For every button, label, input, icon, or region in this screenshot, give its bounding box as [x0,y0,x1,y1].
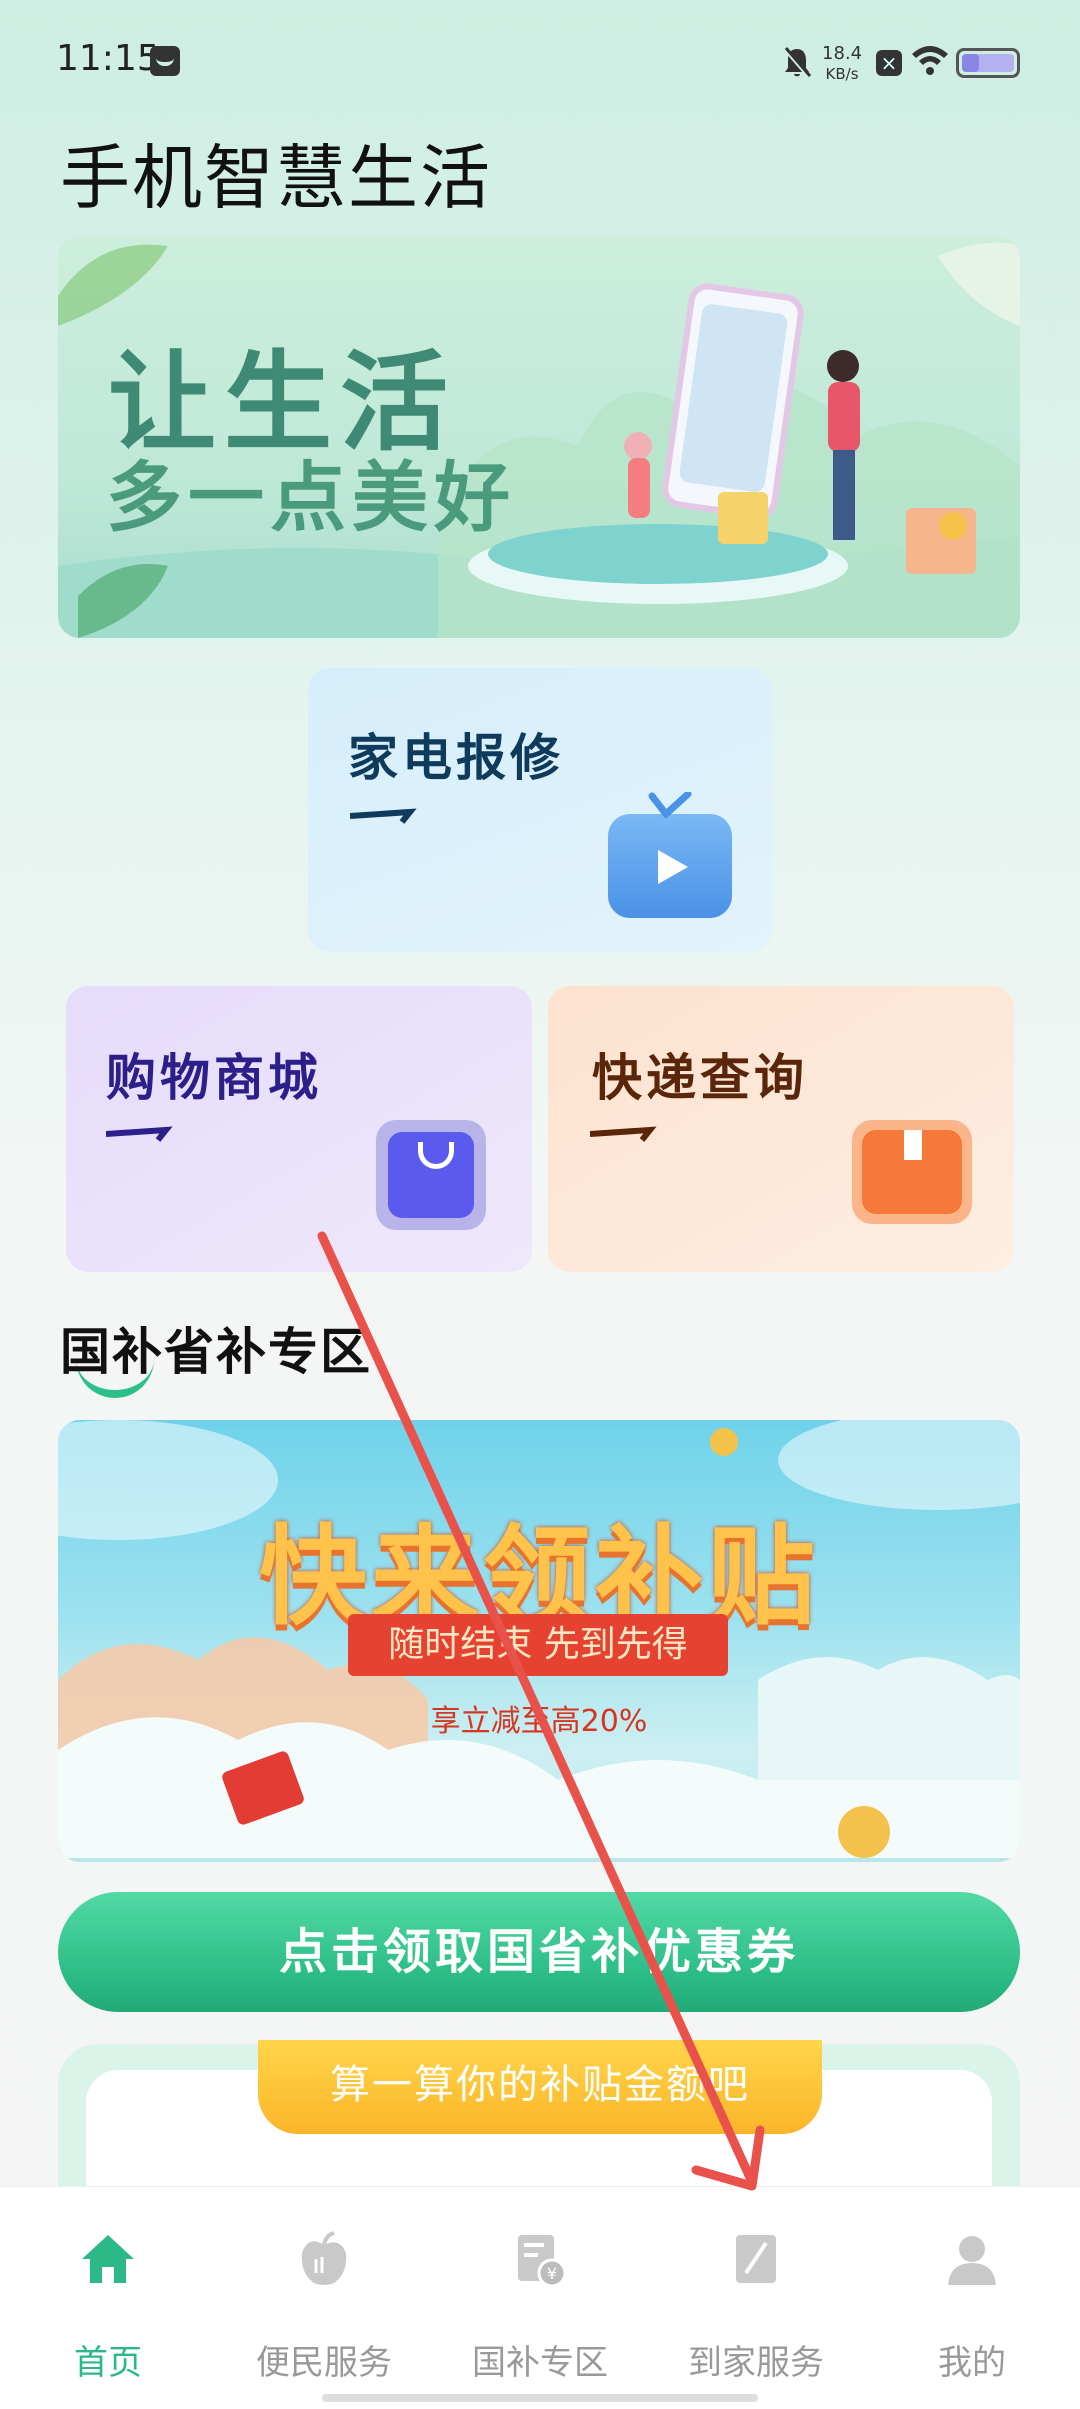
hero-subheadline: 多一点美好 [106,453,516,542]
bottom-nav: 首页 便民服务 ¥ 国补专区 到家服务 我的 [0,2186,1080,2409]
hero-banner[interactable]: 让生活 多一点美好 [58,236,1020,638]
wifi-icon [910,40,950,80]
home-appliance-repair-card[interactable]: 家电报修 [308,668,772,952]
shopping-mall-card[interactable]: 购物商城 [66,986,532,1272]
close-notification-icon: × [876,50,902,76]
nav-item-subsidy-zone[interactable]: ¥ 国补专区 [432,2187,648,2409]
express-card-title: 快递查询 [592,1049,808,1107]
nav-item-home-service[interactable]: 到家服务 [648,2187,864,2409]
battery-icon [956,48,1020,78]
tv-icon [608,814,732,918]
subsidy-discount-note: 享立减至高20% [430,1704,648,1739]
apple-icon [301,2231,347,2285]
nav-label-subsidy-zone: 国补专区 [472,2343,608,2383]
shop-card-title: 购物商城 [106,1049,322,1107]
subsidy-banner[interactable]: 快来领补贴 随时结束 先到先得 享立减至高20% [58,1420,1020,1862]
nav-label-home-service: 到家服务 [688,2343,824,2383]
nav-label-home: 首页 [74,2343,142,2383]
shop-arrow-icon [106,1126,173,1142]
coin-doc-icon: ¥ [518,2235,567,2288]
section-title-subsidy: 国补省补专区 [60,1323,372,1381]
person-icon [948,2236,996,2285]
subsidy-ribbon-text: 随时结束 先到先得 [348,1614,728,1676]
svg-text:¥: ¥ [547,2264,557,2283]
gesture-home-bar [322,2394,758,2402]
nav-item-convenience[interactable]: 便民服务 [216,2187,432,2409]
status-bar: 11:15 18.4 KB/s × [0,0,1080,120]
package-box-icon [852,1120,972,1224]
nav-item-profile[interactable]: 我的 [864,2187,1080,2409]
nav-label-convenience: 便民服务 [256,2343,392,2383]
note-icon [736,2235,776,2283]
repair-arrow-icon [350,808,417,824]
status-time: 11:15 [56,38,160,79]
nav-label-profile: 我的 [938,2343,1006,2383]
express-tracking-card[interactable]: 快递查询 [548,986,1014,1272]
message-notification-icon [150,46,180,76]
home-icon [82,2235,134,2283]
page-title: 手机智慧生活 [60,137,492,219]
claim-coupon-button[interactable]: 点击领取国省补优惠券 [58,1892,1020,2012]
express-arrow-icon [590,1126,657,1142]
repair-card-title: 家电报修 [348,729,564,787]
subsidy-calculator-banner: 算一算你的补贴金额吧 [258,2040,822,2134]
mute-bell-icon [782,46,812,88]
network-speed: 18.4 KB/s [822,43,863,84]
nav-item-home[interactable]: 首页 [0,2187,216,2409]
tv-antenna-icon [648,792,692,818]
shopping-bag-icon [376,1120,486,1230]
